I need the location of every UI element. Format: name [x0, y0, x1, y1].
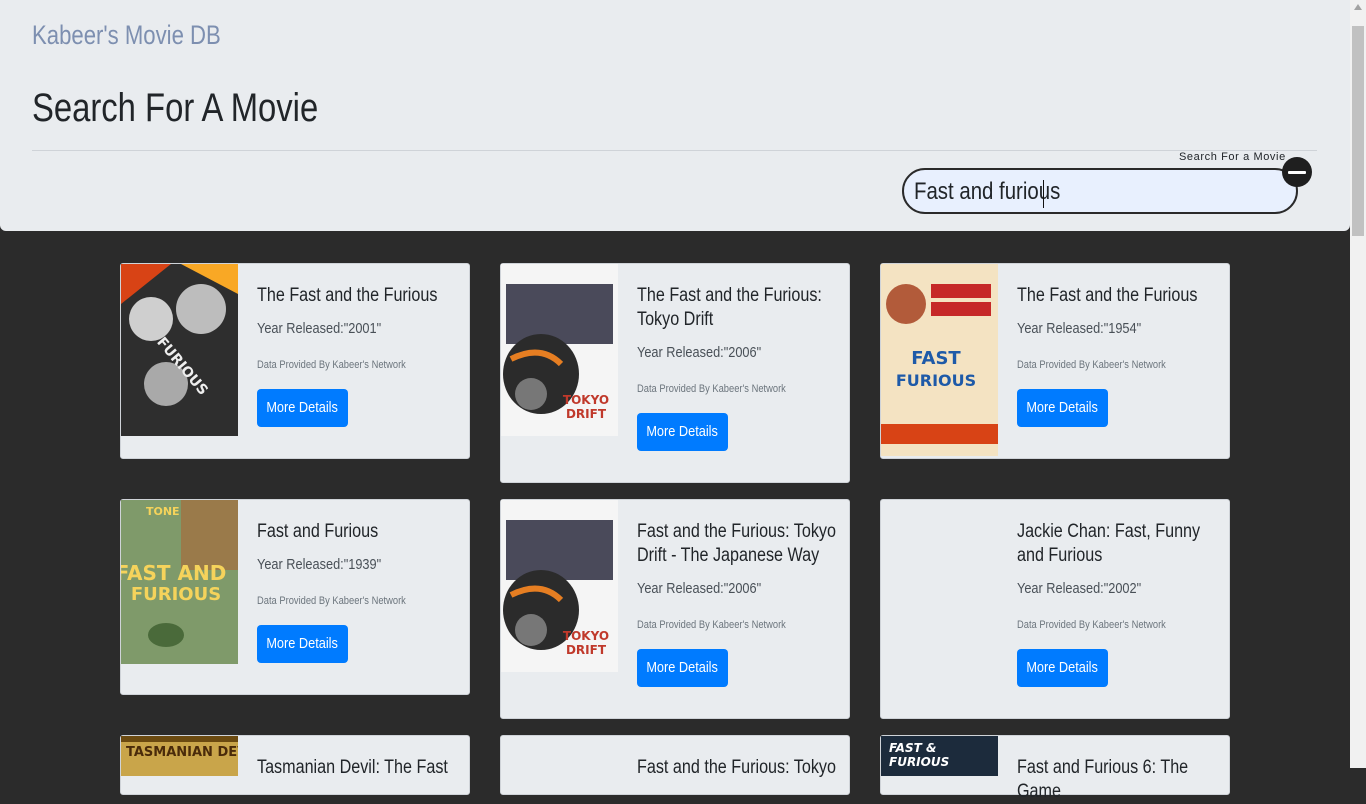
- movie-title: Fast and Furious: [257, 521, 379, 542]
- movie-year: Year Released:"2002": [1017, 580, 1142, 597]
- svg-text:FAST &: FAST &: [889, 741, 936, 755]
- svg-text:DRIFT: DRIFT: [566, 407, 607, 421]
- more-details-label: More Details: [1026, 659, 1099, 676]
- more-details-button[interactable]: More Details: [637, 649, 728, 687]
- more-details-button[interactable]: More Details: [1017, 389, 1108, 427]
- scrollbar-thumb[interactable]: [1352, 26, 1364, 236]
- data-source-label: Data Provided By Kabeer's Network: [257, 595, 406, 607]
- movie-card: TASMANIAN DEVIL Tasmanian Devil: The Fas…: [120, 735, 470, 795]
- more-details-button[interactable]: More Details: [257, 625, 348, 663]
- text-caret: [1043, 180, 1044, 208]
- movie-poster: TOKYO DRIFT: [501, 264, 618, 436]
- movie-year: Year Released:"2001": [257, 320, 382, 337]
- movie-title: Tasmanian Devil: The Fast: [257, 757, 448, 778]
- svg-text:FAST AND: FAST AND: [121, 561, 226, 585]
- movie-year: Year Released:"2006": [637, 344, 762, 361]
- data-source-label: Data Provided By Kabeer's Network: [1017, 359, 1166, 371]
- more-details-button[interactable]: More Details: [1017, 649, 1108, 687]
- movie-poster: TONE FAST AND FURIOUS: [121, 500, 238, 664]
- svg-text:TONE: TONE: [146, 505, 180, 518]
- svg-text:FAST: FAST: [911, 348, 961, 369]
- svg-text:TOKYO: TOKYO: [563, 629, 609, 643]
- movie-year: Year Released:"1954": [1017, 320, 1142, 337]
- movie-card: FURIOUS The Fast and the Furious Year Re…: [120, 263, 470, 459]
- movie-card: FAST & FURIOUS Fast and Furious 6: The G…: [880, 735, 1230, 802]
- svg-text:DRIFT: DRIFT: [566, 643, 607, 657]
- movie-poster: TOKYO DRIFT: [501, 500, 618, 672]
- more-details-button[interactable]: More Details: [637, 413, 728, 451]
- svg-text:FURIOUS: FURIOUS: [131, 584, 221, 605]
- svg-text:TOKYO: TOKYO: [563, 393, 609, 407]
- search-label: Search For a Movie: [1179, 151, 1286, 163]
- movie-card: FAST FURIOUS The Fast and the Furious Ye…: [880, 263, 1230, 459]
- clear-search-button[interactable]: [1282, 157, 1312, 187]
- svg-text:FURIOUS: FURIOUS: [889, 755, 949, 769]
- svg-text:FURIOUS: FURIOUS: [896, 371, 976, 390]
- movie-year: Year Released:"2006": [637, 580, 762, 597]
- data-source-label: Data Provided By Kabeer's Network: [637, 383, 786, 395]
- movie-card: Fast and the Furious: Tokyo: [500, 735, 850, 795]
- movie-card: TONE FAST AND FURIOUS Fast and Furious Y…: [120, 499, 470, 695]
- divider: [32, 150, 1317, 151]
- more-details-label: More Details: [646, 423, 719, 440]
- movie-poster: FURIOUS: [121, 264, 238, 436]
- movie-year: Year Released:"1939": [257, 556, 382, 573]
- search-input-value[interactable]: Fast and furious: [914, 178, 1060, 206]
- scroll-up-arrow-icon[interactable]: [1354, 4, 1362, 10]
- more-details-button[interactable]: More Details: [257, 389, 348, 427]
- movie-poster: FAST & FURIOUS: [881, 736, 998, 776]
- movie-title: The Fast and the Furious: [1017, 285, 1198, 306]
- movie-title: Fast and the Furious: Tokyo: [637, 757, 836, 778]
- movie-poster: FAST FURIOUS: [881, 264, 998, 456]
- svg-text:TASMANIAN DEVIL: TASMANIAN DEVIL: [126, 745, 238, 760]
- data-source-label: Data Provided By Kabeer's Network: [637, 619, 786, 631]
- movie-title: Jackie Chan: Fast, Funny and Furious: [1017, 521, 1201, 566]
- data-source-label: Data Provided By Kabeer's Network: [1017, 619, 1166, 631]
- more-details-label: More Details: [266, 635, 339, 652]
- minus-circle-icon: [1288, 171, 1306, 174]
- more-details-label: More Details: [1026, 399, 1099, 416]
- movie-title: Fast and the Furious: Tokyo Drift - The …: [637, 521, 836, 566]
- movie-card: TOKYO DRIFT The Fast and the Furious: To…: [500, 263, 850, 483]
- page-title: Search For A Movie: [32, 86, 319, 130]
- page-header: Kabeer's Movie DB Search For A Movie Sea…: [0, 0, 1350, 231]
- movie-poster: TASMANIAN DEVIL: [121, 736, 238, 776]
- movie-card: TOKYO DRIFT Fast and the Furious: Tokyo …: [500, 499, 850, 719]
- movie-card: Jackie Chan: Fast, Funny and Furious Yea…: [880, 499, 1230, 719]
- data-source-label: Data Provided By Kabeer's Network: [257, 359, 406, 371]
- more-details-label: More Details: [646, 659, 719, 676]
- movie-title: Fast and Furious 6: The Game: [1017, 757, 1189, 802]
- movie-title: The Fast and the Furious: [257, 285, 438, 306]
- more-details-label: More Details: [266, 399, 339, 416]
- brand-title[interactable]: Kabeer's Movie DB: [32, 20, 221, 51]
- movie-title: The Fast and the Furious: Tokyo Drift: [637, 285, 822, 330]
